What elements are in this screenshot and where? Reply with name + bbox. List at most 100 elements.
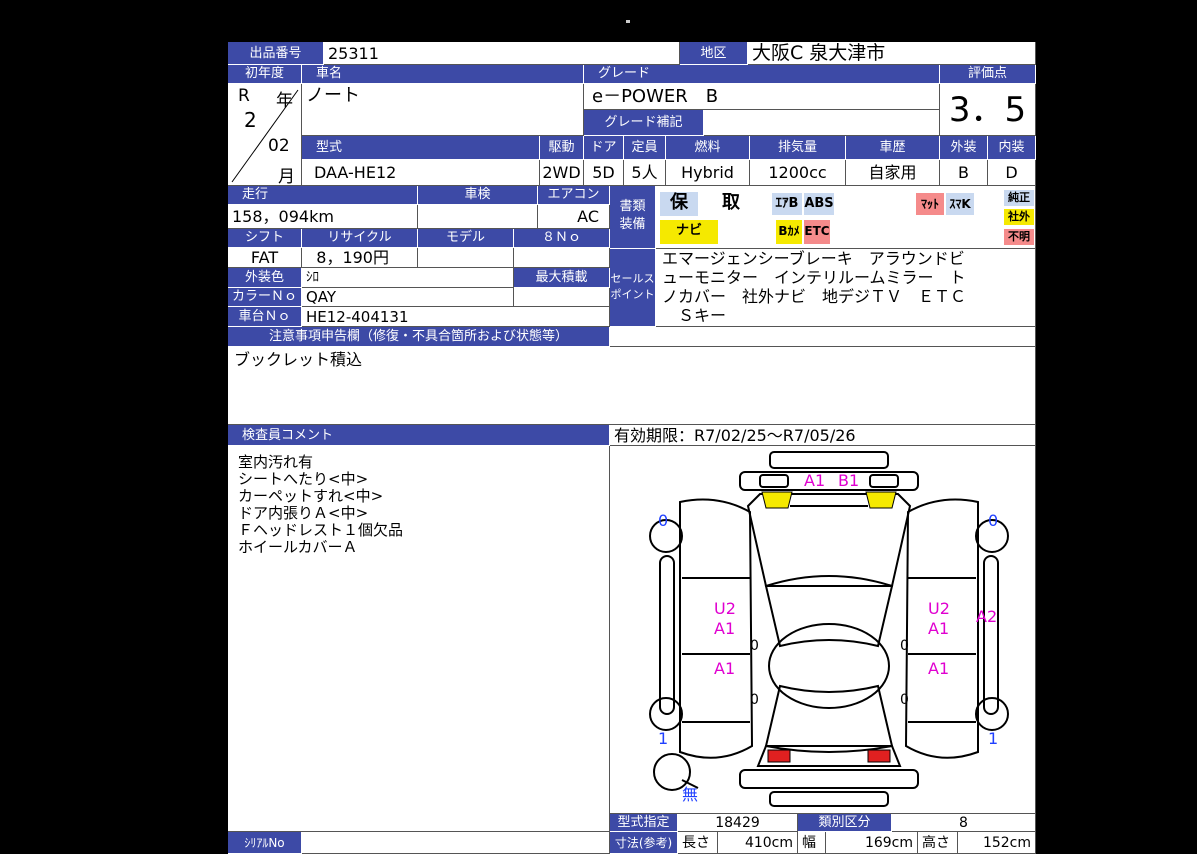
car-name-label: 車名 bbox=[302, 65, 584, 84]
history-value: 自家用 bbox=[846, 160, 940, 186]
region-value: 大阪C 泉大津市 bbox=[748, 42, 1036, 65]
width-value: 169cm bbox=[826, 832, 918, 854]
tire-depth: 1 bbox=[658, 729, 668, 748]
capacity-label: 定員 bbox=[624, 136, 666, 160]
displacement-label: 排気量 bbox=[750, 136, 846, 160]
width-label: 幅 bbox=[798, 832, 826, 854]
length-label: 長さ bbox=[678, 832, 718, 854]
max-load-value bbox=[514, 288, 610, 307]
model-year-label: モデル bbox=[418, 229, 514, 248]
sales-point-line: Ｓキー bbox=[662, 306, 727, 325]
eight-no-value bbox=[514, 248, 610, 268]
doors-label: ドア bbox=[584, 136, 624, 160]
inspector-comment-line: Ｆヘッドレスト１個欠品 bbox=[238, 521, 404, 539]
class-division-value: 8 bbox=[892, 814, 1036, 832]
score-value: 3．5 bbox=[940, 84, 1036, 136]
color-label: 外装色 bbox=[228, 268, 302, 288]
region-label: 地区 bbox=[680, 42, 748, 65]
abs-badge: ABS bbox=[804, 193, 834, 215]
aftermarket-badge: 社外 bbox=[1004, 209, 1034, 225]
inspector-comments: 室内汚れ有 シートへたり<中> カーペットすれ<中> ドア内張りＡ<中> Ｆヘッ… bbox=[228, 446, 610, 832]
interior-value: D bbox=[988, 160, 1036, 186]
history-label: 車歴 bbox=[846, 136, 940, 160]
top-dot bbox=[626, 20, 630, 23]
grade-supplement-label: グレード補記 bbox=[584, 110, 704, 136]
height-value: 152cm bbox=[958, 832, 1036, 854]
mileage-value: 158，094km bbox=[228, 205, 418, 229]
grade-label: グレード bbox=[584, 65, 940, 84]
manual-badge: 取 bbox=[722, 192, 740, 213]
sales-point-line: エマージェンシーブレーキ アラウンドビ bbox=[662, 249, 965, 268]
inspection-value bbox=[418, 205, 538, 229]
inspector-comment-line: ドア内張りＡ<中> bbox=[238, 504, 369, 522]
eight-no-label: ８Ｎｏ bbox=[514, 229, 610, 248]
lot-value: 25311 bbox=[324, 42, 680, 65]
damage-mark: A1 bbox=[804, 471, 825, 490]
drive-label: 駆動 bbox=[540, 136, 584, 160]
damage-diagram: A1 B1 U2 A1 A1 U2 A1 A2 A1 0 0 1 1 無 0 0… bbox=[610, 446, 1036, 814]
type-designation-label: 型式指定 bbox=[610, 814, 678, 832]
zero-mark: 0 bbox=[750, 692, 759, 708]
color-no-label: カラーＮｏ bbox=[228, 288, 302, 307]
score-label: 評価点 bbox=[940, 65, 1036, 84]
sales-points-label: セールス ポイント bbox=[610, 249, 656, 327]
chassis-label: 車台Ｎｏ bbox=[228, 307, 302, 327]
inspector-comment-line: シートへたり<中> bbox=[238, 470, 369, 488]
interior-label: 内装 bbox=[988, 136, 1036, 160]
recycle-value: 8，190円 bbox=[302, 248, 418, 268]
chassis-value: HE12-404131 bbox=[302, 307, 610, 327]
car-name: ノート bbox=[302, 84, 584, 136]
tire-depth: 1 bbox=[988, 729, 998, 748]
inspection-label: 車検 bbox=[418, 186, 538, 205]
damage-mark: B1 bbox=[838, 471, 859, 490]
etc-badge: ETC bbox=[804, 220, 830, 244]
first-reg-block: R 年 2 02 月 bbox=[228, 84, 302, 186]
max-load-label: 最大積載 bbox=[514, 268, 610, 288]
mileage-label: 走行 bbox=[228, 186, 418, 205]
drive-value: 2WD bbox=[540, 160, 584, 186]
genuine-badge: 純正 bbox=[1004, 190, 1034, 206]
class-division-label: 類別区分 bbox=[798, 814, 892, 832]
navi-badge: ナビ bbox=[660, 220, 718, 244]
aircon-value: AC bbox=[538, 205, 610, 229]
damage-mark: U2 bbox=[714, 599, 736, 618]
fuel-label: 燃料 bbox=[666, 136, 750, 160]
inspector-comment-line: カーペットすれ<中> bbox=[238, 487, 384, 505]
serial-value bbox=[302, 832, 610, 854]
docs-label: 書類 装備 bbox=[610, 186, 656, 249]
notes-label-spacer bbox=[610, 327, 1036, 347]
docs-label-1: 書類 bbox=[619, 199, 646, 214]
capacity-value: 5人 bbox=[624, 160, 666, 186]
fuel-value: Hybrid bbox=[666, 160, 750, 186]
validity-period: 有効期限：R7/02/25～R7/05/26 bbox=[610, 425, 1036, 446]
damage-mark: A2 bbox=[976, 607, 997, 626]
type-designation-value: 18429 bbox=[678, 814, 798, 832]
grade-supplement-value bbox=[704, 110, 940, 136]
auction-sheet: 出品番号 25311 地区 大阪C 泉大津市 初年度 車名 グレード 評価点 R… bbox=[228, 42, 1036, 854]
inspector-comment-line: ホイールカバーＡ bbox=[238, 538, 358, 556]
dimensions-label: 寸法(参考) bbox=[610, 832, 678, 854]
color-no-value: QAY bbox=[302, 288, 514, 307]
tire-depth: 0 bbox=[658, 511, 668, 530]
height-label: 高さ bbox=[918, 832, 958, 854]
exterior-label: 外装 bbox=[940, 136, 988, 160]
serial-label: ｼﾘｱﾙNo bbox=[228, 832, 302, 854]
exterior-value: B bbox=[940, 160, 988, 186]
year: 2 bbox=[244, 108, 257, 132]
lot-label: 出品番号 bbox=[228, 42, 324, 65]
sales-points-text: エマージェンシーブレーキ アラウンドビ ューモニター インテリルームミラー ト … bbox=[656, 249, 1036, 327]
damage-mark: A1 bbox=[928, 619, 949, 638]
grade-value: e－POWER B bbox=[584, 84, 940, 110]
warranty-badge: 保 bbox=[660, 192, 698, 216]
damage-mark: A1 bbox=[928, 659, 949, 678]
notes-value: ブックレット積込 bbox=[228, 347, 1036, 425]
recycle-label: リサイクル bbox=[302, 229, 418, 248]
sales-point-line: ノカバー 社外ナビ 地デジＴＶ ＥＴＣ bbox=[662, 287, 967, 306]
length-value: 410cm bbox=[718, 832, 798, 854]
month: 02 bbox=[268, 136, 290, 156]
sales-point-line: ューモニター インテリルームミラー ト bbox=[662, 268, 966, 287]
notes-label: 注意事項申告欄（修復・不具合箇所および状態等） bbox=[228, 327, 610, 347]
year-mark: 年 bbox=[276, 91, 293, 111]
inspector-label: 検査員コメント bbox=[228, 425, 610, 446]
first-reg-label: 初年度 bbox=[228, 65, 302, 84]
